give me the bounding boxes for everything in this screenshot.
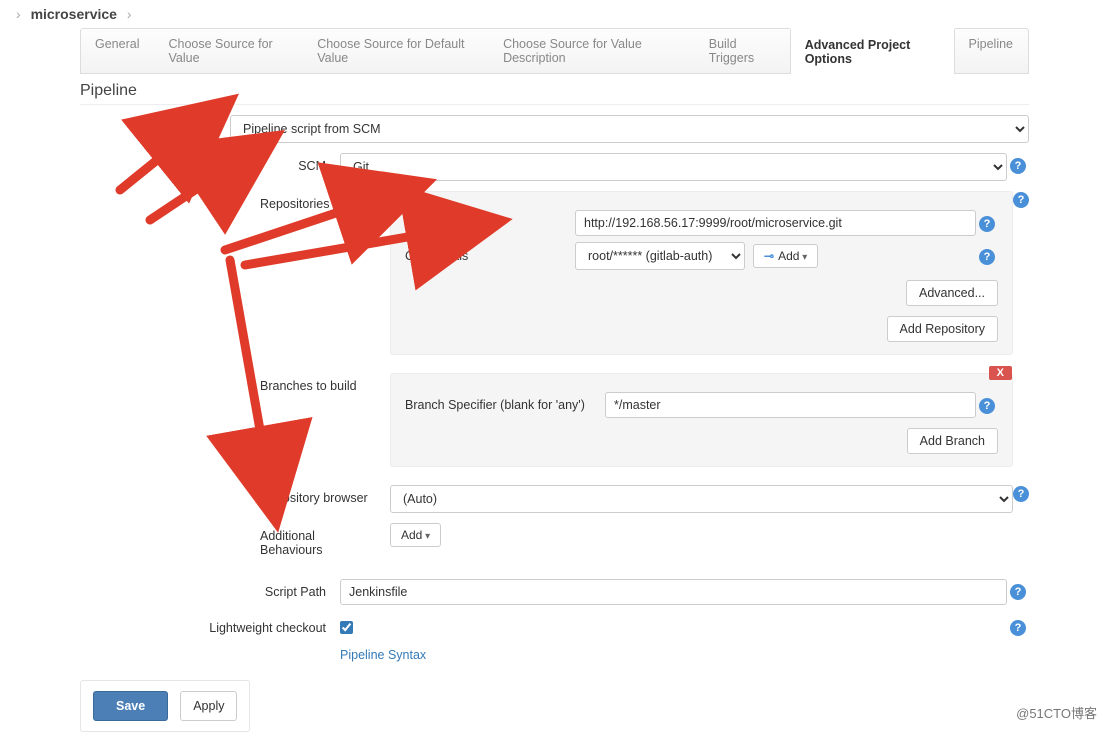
section-title-pipeline: Pipeline <box>80 82 1029 105</box>
add-branch-button[interactable]: Add Branch <box>907 428 998 454</box>
add-behaviour-button[interactable]: Add <box>390 523 441 547</box>
pipeline-syntax-link[interactable]: Pipeline Syntax <box>340 648 426 662</box>
help-icon[interactable]: ? <box>1010 620 1026 636</box>
definition-select[interactable]: Pipeline script from SCM <box>230 115 1029 143</box>
label-scm: SCM <box>140 153 340 173</box>
help-icon[interactable]: ? <box>1013 192 1029 208</box>
label-additional-behaviours: Additional Behaviours <box>260 523 390 557</box>
help-icon[interactable]: ? <box>979 398 995 414</box>
save-button[interactable]: Save <box>93 691 168 721</box>
help-icon[interactable]: ? <box>979 216 995 232</box>
watermark: @51CTO博客 <box>1016 703 1097 722</box>
apply-button[interactable]: Apply <box>180 691 237 721</box>
label-credentials: Credentials <box>405 249 575 263</box>
breadcrumb-sep: › <box>16 6 21 22</box>
label-script-path: Script Path <box>140 579 340 599</box>
branches-panel: X Branch Specifier (blank for 'any') ? A… <box>390 373 1013 467</box>
script-path-input[interactable] <box>340 579 1007 605</box>
repo-browser-select[interactable]: (Auto) <box>390 485 1013 513</box>
help-icon[interactable]: ? <box>1010 584 1026 600</box>
tab-advanced-project-options[interactable]: Advanced Project Options <box>790 28 955 74</box>
advanced-button[interactable]: Advanced... <box>906 280 998 306</box>
help-icon[interactable]: ? <box>1013 486 1029 502</box>
breadcrumb-project[interactable]: microservice <box>31 6 117 22</box>
tab-pipeline[interactable]: Pipeline <box>955 29 1028 73</box>
credentials-select[interactable]: root/****** (gitlab-auth) <box>575 242 745 270</box>
help-icon[interactable]: ? <box>1010 158 1026 174</box>
label-definition: Definition <box>80 115 230 135</box>
help-icon[interactable]: ? <box>979 249 995 265</box>
add-repository-button[interactable]: Add Repository <box>887 316 998 342</box>
label-branch-spec: Branch Specifier (blank for 'any') <box>405 398 605 412</box>
label-repo-browser: Repository browser <box>260 485 390 505</box>
label-repositories: Repositories <box>260 191 390 211</box>
tab-general[interactable]: General <box>81 29 154 73</box>
breadcrumb-sep: › <box>127 6 132 22</box>
label-repo-url: Repository URL <box>405 216 575 230</box>
tab-choose-source-value[interactable]: Choose Source for Value <box>154 29 303 73</box>
scm-select[interactable]: Git <box>340 153 1007 181</box>
branch-specifier-input[interactable] <box>605 392 976 418</box>
pipeline-form: Definition Pipeline script from SCM SCM … <box>80 115 1029 662</box>
breadcrumb: › microservice › <box>0 0 1109 28</box>
tab-choose-source-default[interactable]: Choose Source for Default Value <box>303 29 489 73</box>
tab-build-triggers[interactable]: Build Triggers <box>695 29 790 73</box>
repo-url-input[interactable] <box>575 210 976 236</box>
repositories-panel: Repository URL ? Credentials root/******… <box>390 191 1013 355</box>
add-credentials-button[interactable]: Add <box>753 244 818 268</box>
tab-choose-source-description[interactable]: Choose Source for Value Description <box>489 29 695 73</box>
footer-actions: Save Apply <box>80 680 250 732</box>
delete-branch-button[interactable]: X <box>989 366 1012 380</box>
label-branches: Branches to build <box>260 373 390 393</box>
label-lightweight: Lightweight checkout <box>140 615 340 635</box>
lightweight-checkout-checkbox[interactable] <box>340 621 353 634</box>
config-tabs: General Choose Source for Value Choose S… <box>80 28 1029 74</box>
